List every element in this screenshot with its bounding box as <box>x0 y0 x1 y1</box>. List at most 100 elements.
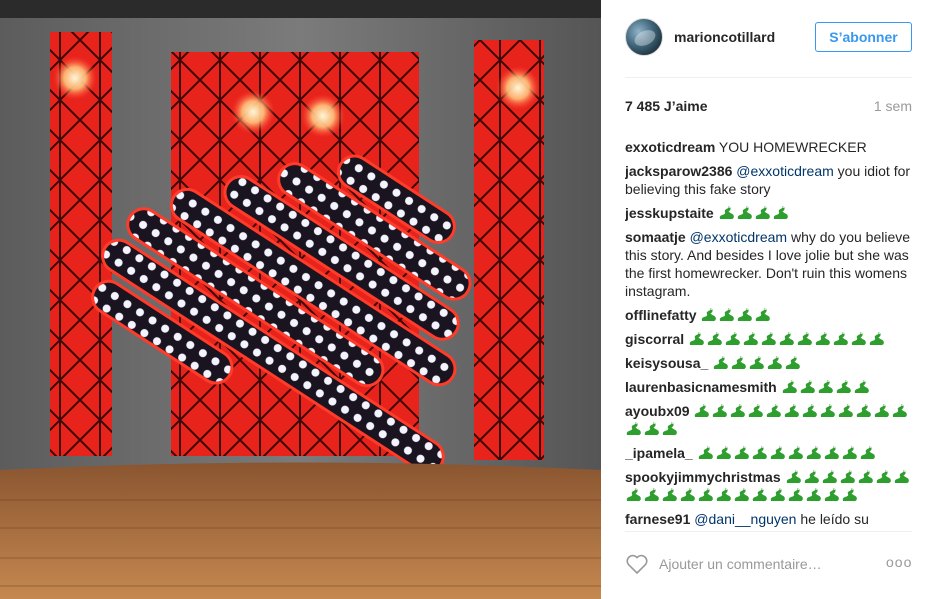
snake-emoji-icon <box>857 404 872 418</box>
comment-item: keisysousa_ <box>625 354 912 372</box>
snake-emoji-icon <box>833 332 848 346</box>
snake-emoji-icon <box>707 332 722 346</box>
follow-button[interactable]: S’abonner <box>815 22 912 52</box>
comment-emoji-group <box>712 355 802 371</box>
snake-emoji-icon <box>644 488 659 502</box>
comment-item: jacksparow2386 @exxoticdream you idiot f… <box>625 162 912 198</box>
snake-emoji-icon <box>785 404 800 418</box>
snake-emoji-icon <box>702 308 717 322</box>
avatar[interactable] <box>625 18 663 56</box>
snake-emoji-icon <box>770 488 785 502</box>
comment-username-link[interactable]: laurenbasicnamesmith <box>625 379 777 395</box>
comment-username-link[interactable]: farnese91 <box>625 511 690 527</box>
snake-emoji-icon <box>626 422 641 436</box>
photo-image <box>0 0 601 599</box>
snake-emoji-icon <box>761 332 776 346</box>
snake-emoji-icon <box>779 332 794 346</box>
snake-emoji-icon <box>894 470 909 484</box>
snake-emoji-icon <box>821 404 836 418</box>
comments-list[interactable]: exxoticdream YOU HOMEWRECKER jacksparow23… <box>625 138 912 531</box>
snake-emoji-icon <box>713 404 728 418</box>
comment-username-link[interactable]: somaatje <box>625 229 686 245</box>
snake-emoji-icon <box>815 332 830 346</box>
comment-mention-link[interactable]: @exxoticdream <box>690 229 787 245</box>
snake-emoji-icon <box>840 470 855 484</box>
comment-username-link[interactable]: offlinefatty <box>625 307 697 323</box>
comment-username-link[interactable]: exxoticdream <box>625 139 715 155</box>
post-time[interactable]: 1 sem <box>874 98 912 114</box>
comment-item: offlinefatty <box>625 306 912 324</box>
comment-item: ayoubx09 <box>625 402 912 438</box>
comment-username-link[interactable]: _ipamela_ <box>625 445 693 461</box>
comment-emoji-group <box>718 205 790 221</box>
snake-emoji-icon <box>734 488 749 502</box>
comment-emoji-group <box>700 307 772 323</box>
snake-emoji-icon <box>860 446 875 460</box>
comment-username-link[interactable]: jesskupstaite <box>625 205 714 221</box>
snake-emoji-icon <box>626 488 641 502</box>
comment-mention-link[interactable]: @exxoticdream <box>736 163 833 179</box>
likes-count[interactable]: 7 485 J’aime <box>625 98 708 114</box>
snake-emoji-icon <box>851 332 866 346</box>
snake-emoji-icon <box>767 356 783 370</box>
add-comment-bar: ooo <box>625 548 912 582</box>
snake-emoji-icon <box>773 206 788 220</box>
snake-emoji-icon <box>788 446 803 460</box>
comment-emoji-group <box>781 379 871 395</box>
snake-emoji-icon <box>854 380 869 394</box>
snake-emoji-icon <box>644 422 659 436</box>
snake-emoji-icon <box>842 488 857 502</box>
comment-input[interactable] <box>659 550 874 578</box>
snake-emoji-icon <box>662 422 677 436</box>
snake-emoji-icon <box>716 488 731 502</box>
snake-emoji-icon <box>755 206 770 220</box>
snake-emoji-icon <box>836 380 851 394</box>
post-photo[interactable] <box>0 0 601 599</box>
snake-emoji-icon <box>689 332 704 346</box>
snake-emoji-icon <box>785 356 801 370</box>
snake-emoji-icon <box>824 446 839 460</box>
snake-emoji-icon <box>788 488 803 502</box>
snake-emoji-icon <box>756 308 771 322</box>
snake-emoji-icon <box>875 404 890 418</box>
snake-emoji-icon <box>738 308 753 322</box>
more-options-icon[interactable]: ooo <box>886 554 912 574</box>
comment-username-link[interactable]: keisysousa_ <box>625 355 708 371</box>
comment-item: somaatje @exxoticdream why do you believ… <box>625 228 912 300</box>
divider <box>625 77 912 78</box>
snake-emoji-icon <box>719 206 734 220</box>
comment-username-link[interactable]: spookyjimmychristmas <box>625 469 781 485</box>
snake-emoji-icon <box>786 470 801 484</box>
snake-emoji-icon <box>876 470 891 484</box>
snake-emoji-icon <box>824 488 839 502</box>
snake-emoji-icon <box>869 332 884 346</box>
comment-item: laurenbasicnamesmith <box>625 378 912 396</box>
snake-emoji-icon <box>749 356 765 370</box>
comment-item: giscorral <box>625 330 912 348</box>
snake-emoji-icon <box>731 404 746 418</box>
comment-text: YOU HOMEWRECKER <box>718 139 867 155</box>
snake-emoji-icon <box>749 404 764 418</box>
snake-emoji-icon <box>731 356 747 370</box>
snake-emoji-icon <box>806 446 821 460</box>
comment-username-link[interactable]: giscorral <box>625 331 684 347</box>
comment-item: jesskupstaite <box>625 204 912 222</box>
snake-emoji-icon <box>713 356 729 370</box>
snake-emoji-icon <box>818 380 833 394</box>
comment-username-link[interactable]: ayoubx09 <box>625 403 690 419</box>
divider <box>625 531 912 532</box>
comment-mention-link[interactable]: @dani__nguyen <box>694 511 796 527</box>
snake-emoji-icon <box>716 446 731 460</box>
comment-item: spookyjimmychristmas <box>625 468 912 504</box>
snake-emoji-icon <box>695 404 710 418</box>
comment-item: exxoticdream YOU HOMEWRECKER <box>625 138 912 156</box>
comment-item: _ipamela_ <box>625 444 912 462</box>
snake-emoji-icon <box>839 404 854 418</box>
heart-icon[interactable] <box>625 552 649 576</box>
username-link[interactable]: marioncotillard <box>674 29 775 45</box>
post-header: marioncotillard S’abonner <box>625 16 912 76</box>
comment-username-link[interactable]: jacksparow2386 <box>625 163 732 179</box>
comment-text: he leído su <box>800 511 869 527</box>
comment-emoji-group <box>697 445 877 461</box>
snake-emoji-icon <box>797 332 812 346</box>
